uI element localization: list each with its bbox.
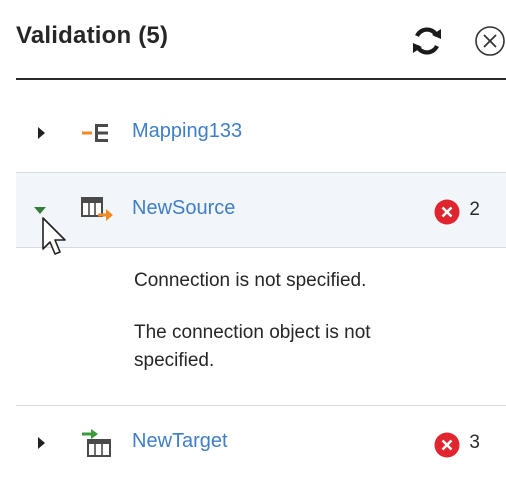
error-count: 2: [469, 199, 480, 220]
panel-title: Validation (5): [16, 22, 169, 49]
expand-caret-icon[interactable]: [38, 127, 45, 139]
tree-row-newtarget[interactable]: NewTarget 3: [16, 406, 506, 480]
mapping-icon: [80, 118, 114, 148]
validation-messages: Connection is not specified. The connect…: [16, 247, 506, 406]
source-icon: [80, 195, 114, 225]
target-icon: [80, 428, 114, 458]
refresh-button[interactable]: [410, 24, 444, 58]
error-icon: [434, 432, 460, 458]
object-link[interactable]: NewTarget: [132, 430, 228, 453]
expand-caret-icon[interactable]: [38, 437, 45, 449]
error-count: 3: [469, 432, 480, 453]
object-link[interactable]: NewSource: [132, 197, 235, 220]
refresh-icon: [413, 27, 441, 55]
tree-row-newsource[interactable]: NewSource 2: [16, 172, 506, 248]
panel-header: Validation (5): [16, 0, 506, 80]
close-icon: [475, 26, 505, 56]
validation-message: The connection object is not specified.: [134, 322, 371, 371]
error-icon: [434, 199, 460, 225]
tree-row-mapping133[interactable]: Mapping133: [16, 96, 506, 170]
object-link[interactable]: Mapping133: [132, 120, 242, 143]
validation-panel: Validation (5) Mapping133 NewSource 2 Co…: [0, 0, 506, 474]
close-button[interactable]: [474, 25, 506, 57]
validation-message: Connection is not specified.: [134, 270, 367, 291]
collapse-caret-icon[interactable]: [34, 207, 46, 214]
